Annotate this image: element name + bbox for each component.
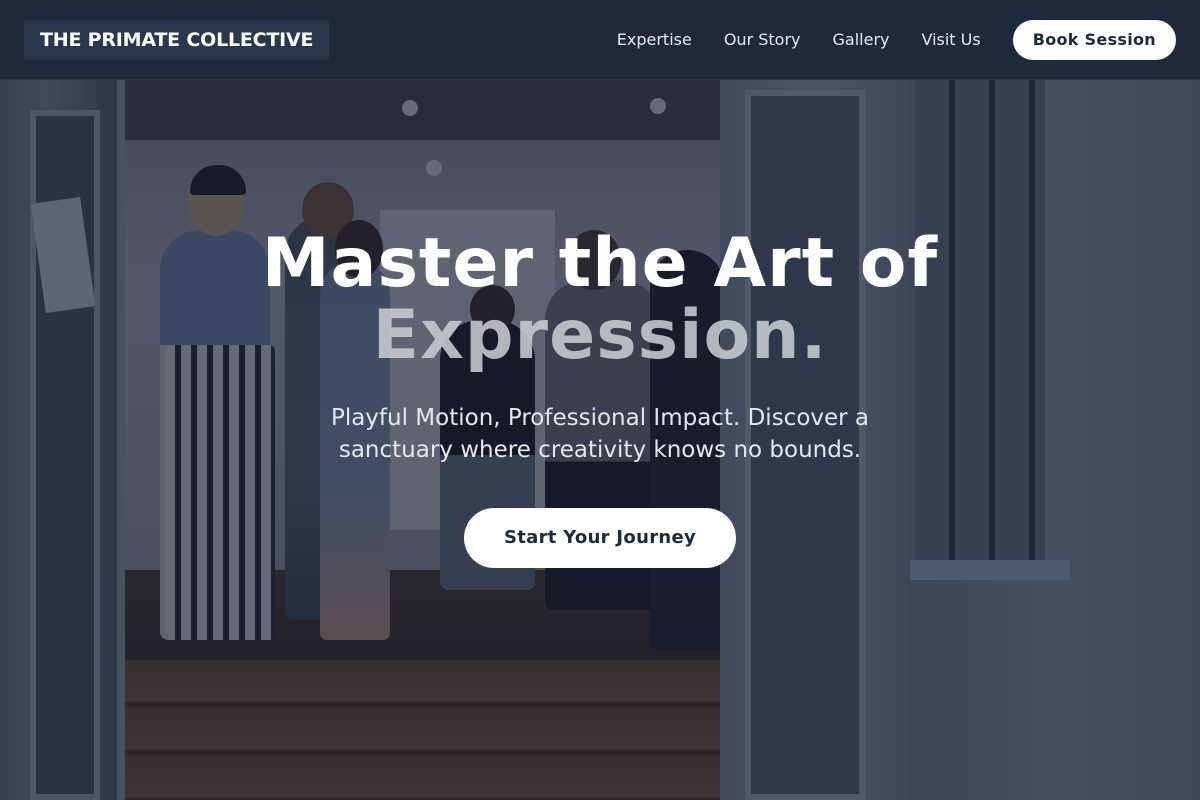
start-journey-button[interactable]: Start Your Journey: [463, 508, 737, 568]
main-nav: Expertise Our Story Gallery Visit Us Boo…: [617, 19, 1176, 60]
nav-link-our-story[interactable]: Our Story: [724, 30, 801, 49]
site-logo[interactable]: THE PRIMATE COLLECTIVE: [24, 19, 330, 60]
nav-link-gallery[interactable]: Gallery: [833, 30, 890, 49]
landing-page: THE PRIMATE COLLECTIVE Expertise Our Sto…: [0, 0, 1200, 800]
hero-section: Master the Art of Expression. Playful Mo…: [0, 228, 1200, 568]
hero-subtitle: Playful Motion, Professional Impact. Dis…: [330, 405, 870, 463]
hero-title-line-1: Master the Art of: [261, 224, 939, 303]
book-session-button[interactable]: Book Session: [1012, 19, 1176, 60]
site-header: THE PRIMATE COLLECTIVE Expertise Our Sto…: [0, 0, 1200, 80]
hero-title-line-2: Expression.: [372, 296, 828, 375]
nav-link-expertise[interactable]: Expertise: [617, 30, 692, 49]
nav-link-visit-us[interactable]: Visit Us: [921, 30, 980, 49]
